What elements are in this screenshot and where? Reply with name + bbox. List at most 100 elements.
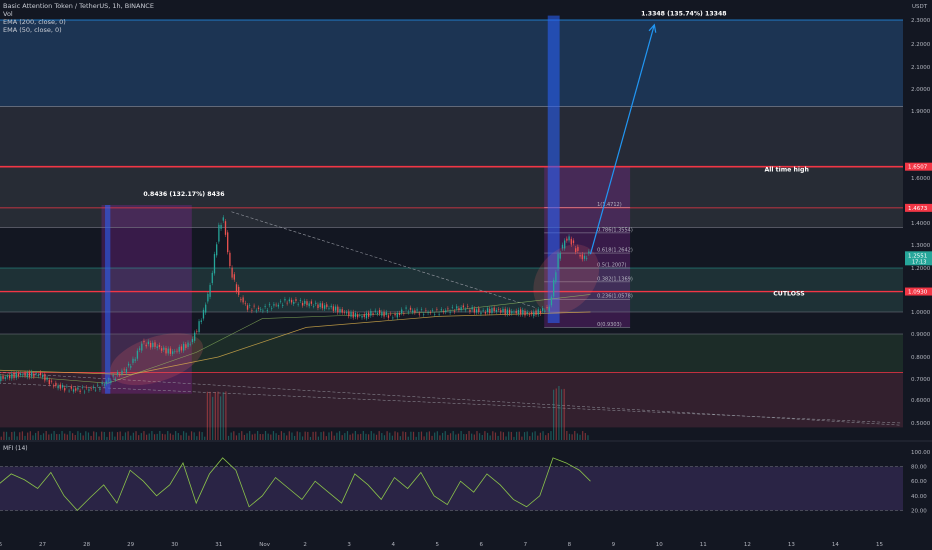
fib-label-1: 0.786(1.3554): [597, 227, 633, 233]
price-candle: [257, 307, 260, 309]
price-candle: [147, 341, 150, 345]
volume-bar: [77, 431, 79, 440]
price-candle: [482, 310, 484, 311]
price-candle: [449, 311, 451, 313]
volume-bar: [299, 432, 301, 440]
volume-bar: [272, 431, 275, 440]
price-candle: [240, 299, 242, 301]
volume-bar: [423, 436, 425, 440]
price-candle: [588, 251, 590, 254]
volume-bar: [582, 431, 584, 440]
time-tick-16: 11: [700, 542, 707, 548]
price-candle: [196, 331, 198, 332]
price-candle: [506, 309, 509, 315]
volume-bar: [555, 388, 557, 440]
volume-bar: [484, 431, 486, 440]
time-tick-5: 31: [215, 542, 222, 548]
price-badge-label-0: 1.6507: [908, 165, 928, 171]
volume-bar: [309, 436, 312, 440]
volume-bar: [365, 433, 367, 440]
price-badge-sublabel-2: 17:13: [912, 259, 926, 265]
volume-bar: [307, 431, 309, 440]
legend-ema200: EMA (200, close, 0): [3, 18, 66, 26]
volume-bar: [410, 431, 412, 440]
price-candle: [198, 321, 200, 333]
volume-bar: [391, 435, 393, 440]
price-candle: [381, 311, 383, 316]
price-candle: [227, 232, 229, 253]
price-candle: [264, 306, 266, 307]
price-candle: [341, 309, 343, 313]
volume-bar: [175, 431, 177, 440]
price-candle: [469, 309, 471, 312]
price-candle: [440, 309, 442, 311]
volume-bar: [151, 431, 153, 440]
price-candle: [207, 293, 209, 302]
volume-bar: [257, 431, 259, 440]
price-candle: [319, 303, 321, 308]
price-candle: [231, 267, 233, 278]
price-candle: [244, 302, 246, 304]
volume-bar: [539, 432, 541, 440]
volume-bar: [161, 433, 164, 440]
price-candle: [431, 310, 434, 311]
price-candle: [295, 299, 297, 301]
price-candle: [561, 244, 564, 249]
price-candle: [394, 313, 396, 316]
volume-bar: [375, 434, 378, 440]
price-zone-1: [0, 106, 903, 167]
price-candle: [22, 374, 24, 376]
price-candle: [121, 370, 123, 375]
price-candle: [266, 310, 268, 311]
price-candle: [581, 254, 583, 260]
volume-bar: [188, 435, 190, 440]
price-candle: [312, 306, 315, 307]
time-tick-8: 3: [347, 542, 351, 548]
volume-bar: [455, 434, 457, 440]
volume-bar: [288, 431, 290, 440]
time-tick-4: 30: [171, 542, 178, 548]
price-candle: [81, 386, 83, 388]
price-candle: [442, 311, 445, 313]
volume-bar: [291, 432, 293, 440]
volume-bar: [513, 436, 515, 440]
price-candle: [253, 305, 255, 307]
volume-bar: [249, 431, 251, 440]
price-tick-8: 1.2000: [911, 266, 931, 272]
volume-bar: [465, 434, 467, 440]
price-candle: [70, 386, 72, 389]
price-candle: [209, 284, 211, 297]
volume-bar: [204, 436, 206, 440]
price-candle: [15, 372, 17, 378]
volume-bar: [349, 434, 351, 440]
volume-bar: [442, 432, 444, 440]
price-candle: [456, 306, 458, 309]
price-candle: [557, 253, 559, 269]
price-candle: [64, 387, 66, 391]
volume-bar: [325, 436, 327, 440]
price-candle: [125, 369, 128, 373]
price-candle: [271, 308, 273, 309]
volume-bar: [24, 435, 26, 440]
volume-bar: [156, 433, 158, 440]
annotation-0: 0.8436 (132.17%) 8436: [143, 191, 224, 198]
price-candle: [233, 274, 235, 280]
volume-bar: [457, 433, 460, 440]
fib-label-4: 0.382(1.1369): [597, 276, 633, 282]
price-candle: [392, 317, 394, 319]
volume-bar: [235, 435, 238, 440]
price-candle: [293, 301, 295, 304]
time-tick-17: 12: [744, 542, 751, 548]
volume-bar: [130, 435, 132, 440]
volume-bar: [418, 431, 420, 440]
volume-bar: [254, 433, 256, 440]
volume-bar: [185, 432, 187, 440]
price-candle: [372, 313, 374, 315]
trading-chart[interactable]: 1(1.4712) 0.786(1.3554) 0.618(1.2642) 0.5(1…: [0, 0, 932, 550]
price-candle: [35, 373, 37, 375]
price-candle: [222, 217, 224, 221]
price-candle: [33, 373, 35, 377]
time-tick-7: 2: [303, 542, 307, 548]
volume-bar: [66, 434, 68, 440]
time-tick-20: 15: [876, 542, 883, 548]
